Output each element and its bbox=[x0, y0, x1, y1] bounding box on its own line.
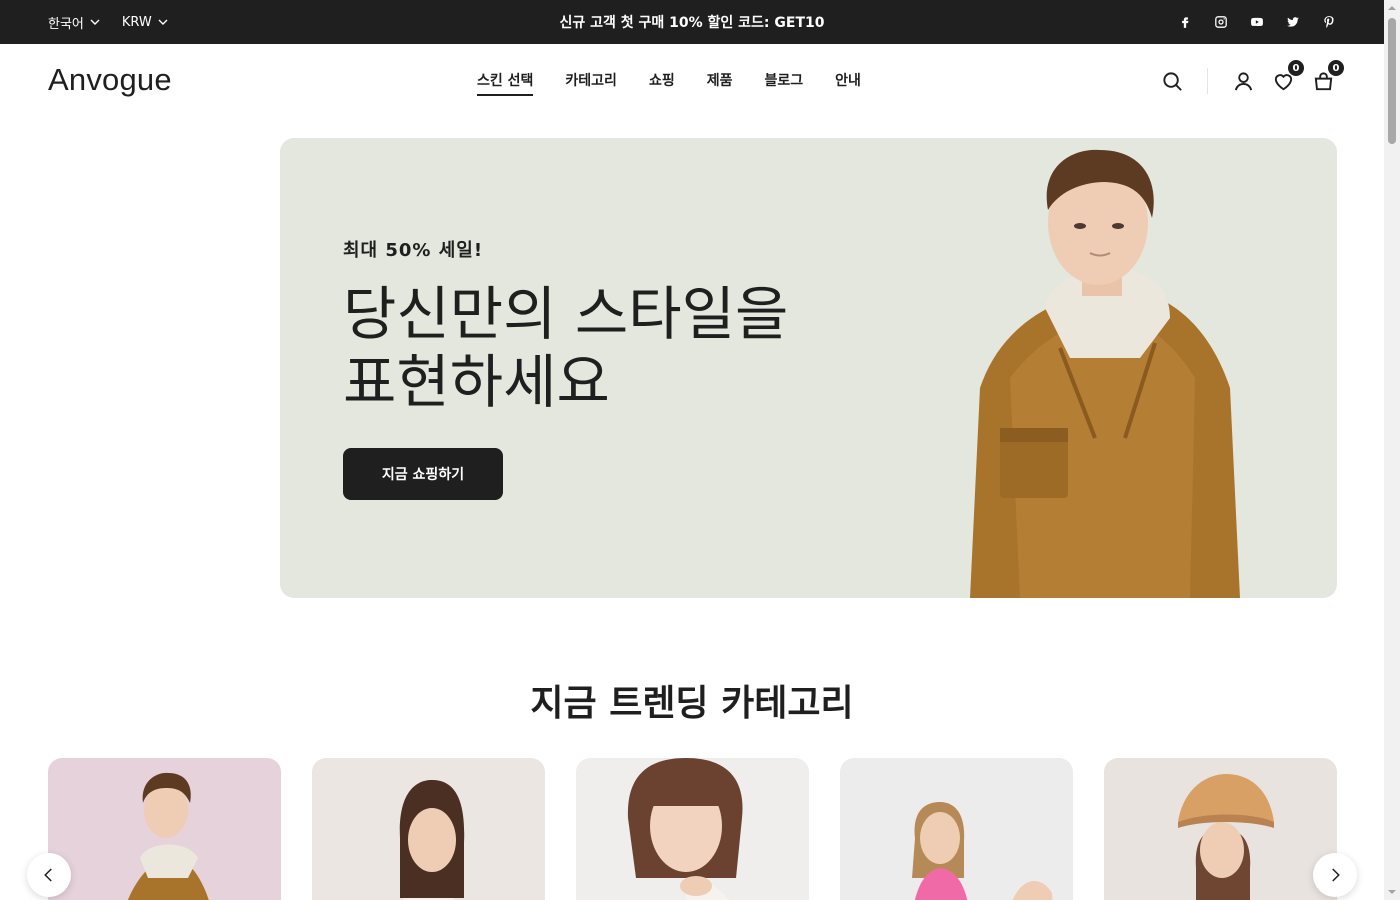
social-links bbox=[1178, 0, 1336, 44]
site-header: Anvogue 스킨 선택 카테고리 쇼핑 제품 블로그 안내 0 0 bbox=[0, 44, 1384, 120]
nav-item-shop[interactable]: 쇼핑 bbox=[649, 70, 675, 96]
scrollbar-thumb[interactable] bbox=[1388, 18, 1396, 144]
category-card[interactable] bbox=[48, 758, 281, 900]
wishlist-icon[interactable]: 0 bbox=[1270, 60, 1304, 94]
nav-item-category[interactable]: 카테고리 bbox=[565, 70, 617, 96]
header-divider bbox=[1207, 68, 1208, 94]
user-icon[interactable] bbox=[1230, 68, 1256, 94]
nav-item-skin[interactable]: 스킨 선택 bbox=[477, 70, 534, 96]
hero-banner: 최대 50% 세일! 당신만의 스타일을 표현하세요 지금 쇼핑하기 bbox=[280, 138, 1337, 598]
twitter-icon[interactable] bbox=[1286, 15, 1300, 29]
hero-title-line1: 당신만의 스타일을 bbox=[343, 280, 789, 348]
hero-title: 당신만의 스타일을 표현하세요 bbox=[343, 280, 823, 416]
scroll-down-icon[interactable] bbox=[1388, 888, 1396, 896]
main-nav: 스킨 선택 카테고리 쇼핑 제품 블로그 안내 bbox=[477, 70, 861, 96]
promo-text: 신규 고객 첫 구매 10% 할인 코드: GET10 bbox=[559, 15, 825, 31]
hero-eyebrow: 최대 50% 세일! bbox=[343, 240, 484, 261]
youtube-icon[interactable] bbox=[1250, 15, 1264, 29]
chevron-left-icon bbox=[44, 868, 52, 882]
shop-now-button[interactable]: 지금 쇼핑하기 bbox=[343, 448, 503, 500]
category-carousel bbox=[48, 758, 1337, 900]
category-image bbox=[312, 758, 545, 900]
cart-count-badge: 0 bbox=[1328, 60, 1344, 76]
nav-item-info[interactable]: 안내 bbox=[835, 70, 861, 96]
page-scrollbar[interactable] bbox=[1384, 0, 1400, 900]
category-card[interactable] bbox=[312, 758, 545, 900]
category-image bbox=[1104, 758, 1337, 900]
nav-item-blog[interactable]: 블로그 bbox=[764, 70, 803, 96]
category-card[interactable] bbox=[840, 758, 1073, 900]
category-card[interactable] bbox=[1104, 758, 1337, 900]
category-card[interactable] bbox=[576, 758, 809, 900]
carousel-next-button[interactable] bbox=[1313, 853, 1357, 897]
carousel-prev-button[interactable] bbox=[27, 853, 71, 897]
category-image bbox=[48, 758, 281, 900]
category-image bbox=[576, 758, 809, 900]
site-logo[interactable]: Anvogue bbox=[48, 62, 172, 98]
nav-item-product[interactable]: 제품 bbox=[707, 70, 733, 96]
cart-icon[interactable]: 0 bbox=[1310, 60, 1344, 94]
header-actions: 0 0 bbox=[1159, 60, 1344, 94]
search-icon[interactable] bbox=[1159, 68, 1185, 94]
facebook-icon[interactable] bbox=[1178, 15, 1192, 29]
pinterest-icon[interactable] bbox=[1322, 15, 1336, 29]
hero-title-line2: 표현하세요 bbox=[343, 348, 610, 416]
hero-model-image bbox=[970, 149, 1240, 598]
category-image bbox=[840, 758, 1073, 900]
scroll-up-icon[interactable] bbox=[1388, 4, 1396, 12]
chevron-right-icon bbox=[1332, 868, 1340, 882]
announcement-bar: 한국어 KRW 신규 고객 첫 구매 10% 할인 코드: GET10 bbox=[0, 0, 1384, 44]
trending-title: 지금 트렌딩 카테고리 bbox=[530, 683, 854, 724]
wishlist-count-badge: 0 bbox=[1288, 60, 1304, 76]
instagram-icon[interactable] bbox=[1214, 15, 1228, 29]
